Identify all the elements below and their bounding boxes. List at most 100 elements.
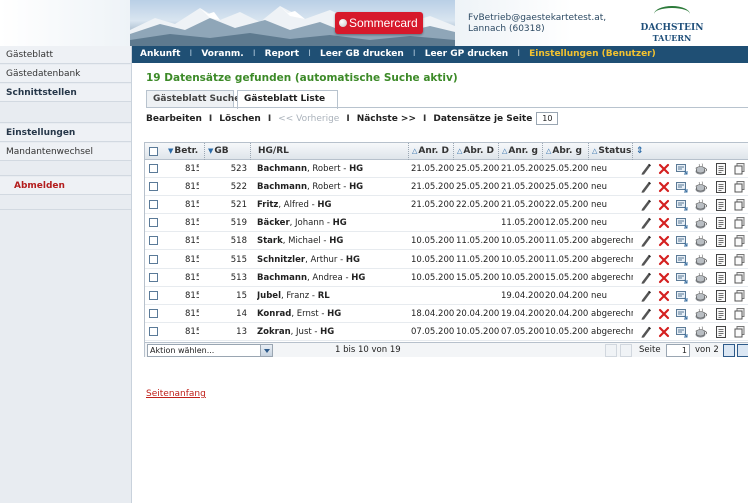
delete-x-icon[interactable]	[657, 253, 671, 267]
tea-cup-icon[interactable]	[694, 289, 708, 303]
duplicate-icon[interactable]	[733, 253, 747, 267]
row-checkbox[interactable]	[149, 236, 158, 246]
page-top-link[interactable]: Seitenanfang	[146, 389, 206, 399]
nav-einstellungen-benutzer[interactable]: Einstellungen (Benutzer)	[529, 49, 656, 59]
document-icon[interactable]	[714, 198, 728, 212]
row-checkbox[interactable]	[149, 218, 158, 228]
document-icon[interactable]	[714, 307, 728, 321]
per-page-input[interactable]: 10	[536, 112, 559, 125]
edit-pencil-icon[interactable]	[639, 325, 653, 339]
nav-ankunft[interactable]: Ankunft	[140, 49, 180, 59]
delete-link[interactable]: Löschen	[219, 114, 261, 124]
delete-x-icon[interactable]	[657, 289, 671, 303]
document-icon[interactable]	[714, 180, 728, 194]
duplicate-icon[interactable]	[733, 216, 747, 230]
row-checkbox[interactable]	[149, 254, 158, 264]
tea-cup-icon[interactable]	[694, 253, 708, 267]
sidebar-item-gaestedatenbank[interactable]: Gästedatenbank	[0, 65, 131, 83]
col-header-abr-d[interactable]: △Abr. D	[454, 143, 499, 160]
table-row[interactable]: 815 15 Jubel, Franz - RL 19.04.200 20.04.200…	[145, 287, 748, 305]
edit-pencil-icon[interactable]	[639, 289, 653, 303]
previous-page-icon[interactable]	[620, 344, 632, 357]
sidebar-item-einstellungen[interactable]: Einstellungen	[0, 124, 131, 142]
row-checkbox[interactable]	[149, 326, 158, 336]
delete-x-icon[interactable]	[657, 234, 671, 248]
copy-card-icon[interactable]	[675, 307, 689, 321]
previous-link[interactable]: << Vorherige	[278, 114, 339, 124]
copy-card-icon[interactable]	[675, 253, 689, 267]
delete-x-icon[interactable]	[657, 180, 671, 194]
nav-leer-gb-drucken[interactable]: Leer GB drucken	[320, 49, 404, 59]
duplicate-icon[interactable]	[733, 307, 747, 321]
row-checkbox[interactable]	[149, 182, 158, 192]
action-select[interactable]: Aktion wählen...	[147, 344, 273, 357]
duplicate-icon[interactable]	[733, 162, 747, 176]
chevron-down-icon[interactable]	[260, 345, 272, 356]
select-all-checkbox[interactable]	[149, 147, 158, 156]
document-icon[interactable]	[714, 271, 728, 285]
document-icon[interactable]	[714, 253, 728, 267]
first-page-icon[interactable]	[605, 344, 617, 357]
tab-gaesteblatt-suche[interactable]: Gästeblatt Suche	[146, 90, 240, 108]
last-page-icon[interactable]	[737, 344, 748, 357]
col-header-status[interactable]: △Status	[589, 143, 633, 160]
document-icon[interactable]	[714, 325, 728, 339]
duplicate-icon[interactable]	[733, 271, 747, 285]
edit-pencil-icon[interactable]	[639, 307, 653, 321]
delete-x-icon[interactable]	[657, 307, 671, 321]
table-row[interactable]: 815 13 Zokran, Just - HG 07.05.200 10.05.200…	[145, 323, 748, 341]
tea-cup-icon[interactable]	[694, 162, 708, 176]
copy-card-icon[interactable]	[675, 289, 689, 303]
edit-pencil-icon[interactable]	[639, 271, 653, 285]
edit-pencil-icon[interactable]	[639, 162, 653, 176]
copy-card-icon[interactable]	[675, 325, 689, 339]
edit-pencil-icon[interactable]	[639, 234, 653, 248]
copy-card-icon[interactable]	[675, 271, 689, 285]
tea-cup-icon[interactable]	[694, 198, 708, 212]
table-row[interactable]: 815 518 Stark, Michael - HG 10.05.200 11.05.…	[145, 232, 748, 251]
tea-cup-icon[interactable]	[694, 234, 708, 248]
duplicate-icon[interactable]	[733, 198, 747, 212]
sidebar-item-mandantenwechsel[interactable]: Mandantenwechsel	[0, 143, 131, 161]
next-link[interactable]: Nächste >>	[357, 114, 416, 124]
edit-pencil-icon[interactable]	[639, 216, 653, 230]
sidebar-item-gaesteblatt[interactable]: Gästeblatt	[0, 46, 131, 64]
col-header-hgrl[interactable]: HG/RL	[251, 143, 409, 160]
sidebar-item-schnittstellen[interactable]: Schnittstellen	[0, 84, 131, 102]
col-header-anr-d[interactable]: △Anr. D	[409, 143, 454, 160]
col-header-anr-g[interactable]: △Anr. g	[499, 143, 543, 160]
table-row[interactable]: 815 519 Bäcker, Johann - HG 11.05.200 12.05.…	[145, 214, 748, 233]
delete-x-icon[interactable]	[657, 162, 671, 176]
table-row[interactable]: 815 513 Bachmann, Andrea - HG 10.05.200 15.0…	[145, 269, 748, 287]
col-header-sort-toggle[interactable]: ⇕	[633, 143, 653, 160]
duplicate-icon[interactable]	[733, 180, 747, 194]
document-icon[interactable]	[714, 162, 728, 176]
copy-card-icon[interactable]	[675, 234, 689, 248]
edit-pencil-icon[interactable]	[639, 253, 653, 267]
tea-cup-icon[interactable]	[694, 307, 708, 321]
col-header-abr-g[interactable]: △Abr. g	[543, 143, 589, 160]
nav-leer-gp-drucken[interactable]: Leer GP drucken	[425, 49, 509, 59]
sommercard-badge[interactable]: Sommercard	[335, 12, 423, 34]
table-row[interactable]: 815 522 Bachmann, Robert - HG 21.05.200 25.0…	[145, 178, 748, 197]
tea-cup-icon[interactable]	[694, 271, 708, 285]
copy-card-icon[interactable]	[675, 216, 689, 230]
delete-x-icon[interactable]	[657, 325, 671, 339]
col-header-betr[interactable]: ▼Betr.	[165, 143, 205, 160]
delete-x-icon[interactable]	[657, 216, 671, 230]
document-icon[interactable]	[714, 234, 728, 248]
table-row[interactable]: 815 14 Konrad, Ernst - HG 18.04.200 20.04.20…	[145, 305, 748, 323]
document-icon[interactable]	[714, 216, 728, 230]
row-checkbox[interactable]	[149, 164, 158, 173]
row-checkbox[interactable]	[149, 272, 158, 282]
nav-voranmeldung[interactable]: Voranm.	[201, 49, 243, 59]
row-checkbox[interactable]	[149, 290, 158, 300]
delete-x-icon[interactable]	[657, 271, 671, 285]
copy-card-icon[interactable]	[675, 162, 689, 176]
table-row[interactable]: 815 521 Fritz, Alfred - HG 21.05.200 22.05.2…	[145, 196, 748, 215]
duplicate-icon[interactable]	[733, 325, 747, 339]
tea-cup-icon[interactable]	[694, 180, 708, 194]
tea-cup-icon[interactable]	[694, 325, 708, 339]
edit-pencil-icon[interactable]	[639, 180, 653, 194]
document-icon[interactable]	[714, 289, 728, 303]
